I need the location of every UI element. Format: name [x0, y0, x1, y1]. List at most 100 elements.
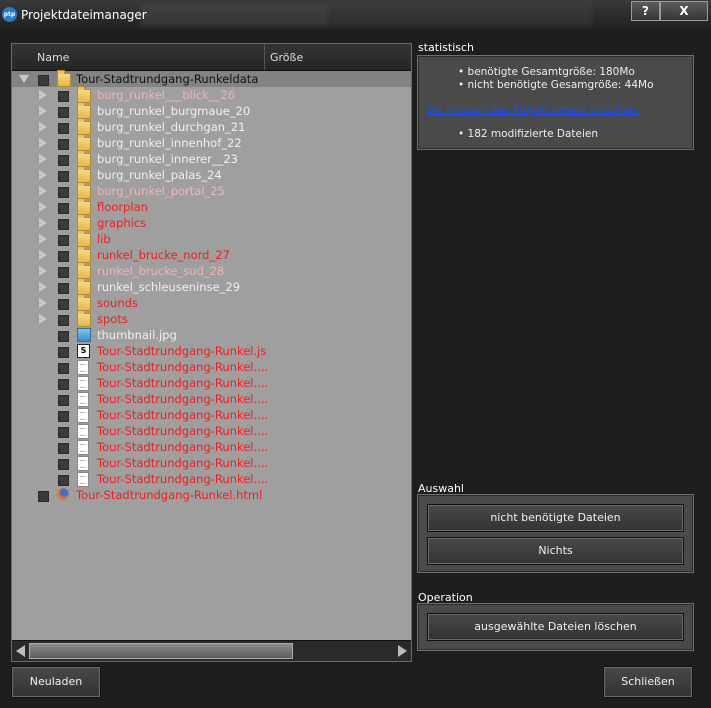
tree-row-root-file[interactable]: Tour-Stadtrundgang-Runkel.html — [12, 487, 411, 503]
tree-row[interactable]: sounds — [12, 294, 411, 311]
tree-row[interactable]: runkel_schleuseninse_29 — [12, 278, 411, 295]
folder-icon — [77, 262, 91, 279]
checkbox[interactable] — [58, 331, 69, 342]
tree-row-label: burg_runkel_palas_24 — [97, 168, 222, 182]
folder-icon — [77, 198, 91, 215]
tree-row[interactable]: burg_runkel_burgmaue_20 — [12, 102, 411, 119]
checkbox[interactable] — [58, 91, 69, 102]
checkbox[interactable] — [58, 219, 69, 230]
checkbox[interactable] — [58, 123, 69, 134]
tree-row[interactable]: burg_runkel_innenhof_22 — [12, 134, 411, 151]
checkbox[interactable] — [58, 299, 69, 310]
checkbox[interactable] — [58, 347, 69, 358]
checkbox[interactable] — [58, 171, 69, 182]
unneeded-size-text: • nicht benötigte Gesamgröße: 44Mo — [458, 79, 654, 91]
checkbox[interactable] — [58, 315, 69, 326]
tree-row[interactable]: burg_runkel_palas_24 — [12, 166, 411, 183]
checkbox[interactable] — [58, 411, 69, 422]
tree-row-label: runkel_brucke_sud_28 — [97, 264, 225, 278]
tree-row[interactable]: Tour-Stadtrundgang-Runkel.... — [12, 407, 411, 423]
select-unneeded-button[interactable]: nicht benötigte Dateien — [427, 504, 684, 532]
folder-icon — [77, 278, 91, 295]
tree-row[interactable]: graphics — [12, 214, 411, 231]
expand-arrow-icon[interactable] — [39, 106, 47, 116]
scrollbar-thumb[interactable] — [29, 643, 293, 659]
checkbox[interactable] — [58, 155, 69, 166]
checkbox[interactable] — [58, 363, 69, 374]
expand-arrow-icon[interactable] — [39, 266, 47, 276]
horizontal-scrollbar[interactable] — [12, 640, 411, 661]
checkbox[interactable] — [58, 107, 69, 118]
column-separator[interactable] — [264, 44, 265, 70]
checkbox[interactable] — [58, 443, 69, 454]
delete-selected-button[interactable]: ausgewählte Dateien löschen — [427, 613, 684, 641]
expand-arrow-icon[interactable] — [39, 282, 47, 292]
tree-row[interactable]: Tour-Stadtrundgang-Runkel.... — [12, 455, 411, 471]
tree-row[interactable]: spots — [12, 310, 411, 327]
tree-row[interactable]: Tour-Stadtrundgang-Runkel.... — [12, 359, 411, 375]
expand-arrow-icon[interactable] — [39, 122, 47, 132]
checkbox[interactable] — [58, 427, 69, 438]
expand-arrow-icon[interactable] — [39, 154, 47, 164]
checkbox[interactable] — [58, 139, 69, 150]
tree-row[interactable]: burg_runkel_innerer__23 — [12, 150, 411, 167]
tree-row-label: runkel_brucke_nord_27 — [97, 248, 230, 262]
expand-arrow-icon[interactable] — [39, 218, 47, 228]
tree-row[interactable]: runkel_brucke_sud_28 — [12, 262, 411, 279]
checkbox[interactable] — [58, 379, 69, 390]
checkbox[interactable] — [58, 235, 69, 246]
rebuild-project-link[interactable]: Sie müssen das Projekt erneut erstellen. — [427, 104, 639, 116]
checkbox[interactable] — [58, 475, 69, 486]
checkbox[interactable] — [58, 187, 69, 198]
expand-arrow-icon[interactable] — [39, 170, 47, 180]
expand-arrow-icon[interactable] — [39, 138, 47, 148]
tree-row[interactable]: burg_runkel_durchgan_21 — [12, 118, 411, 135]
checkbox[interactable] — [58, 267, 69, 278]
tree-row[interactable]: thumbnail.jpg — [12, 327, 411, 343]
checkbox[interactable] — [58, 251, 69, 262]
tree-row[interactable]: Tour-Stadtrundgang-Runkel.... — [12, 375, 411, 391]
column-header-name[interactable]: Name — [37, 51, 69, 64]
checkbox[interactable] — [38, 491, 49, 502]
select-none-button[interactable]: Nichts — [427, 537, 684, 565]
scroll-left-icon[interactable] — [16, 645, 25, 657]
tree-row[interactable]: burg_runkel___blick__26 — [12, 86, 411, 103]
close-window-button[interactable]: X — [660, 1, 708, 21]
close-button[interactable]: Schließen — [603, 666, 693, 698]
tree-row[interactable]: floorplan — [12, 198, 411, 215]
tree-row[interactable]: Tour-Stadtrundgang-Runkel.... — [12, 423, 411, 439]
expand-arrow-icon[interactable] — [39, 90, 47, 100]
column-header-size[interactable]: Größe — [270, 51, 303, 64]
document-icon — [77, 392, 89, 407]
tree-row-label: spots — [97, 312, 128, 326]
tree-row-root[interactable]: Tour-Stadtrundgang-Runkeldata — [12, 70, 411, 87]
tree-row[interactable]: runkel_brucke_nord_27 — [12, 246, 411, 263]
tree-row[interactable]: Tour-Stadtrundgang-Runkel.... — [12, 471, 411, 487]
expand-arrow-icon[interactable] — [39, 186, 47, 196]
expand-arrow-icon[interactable] — [39, 202, 47, 212]
expand-arrow-icon[interactable] — [39, 250, 47, 260]
tree-row[interactable]: lib — [12, 230, 411, 247]
checkbox[interactable] — [58, 459, 69, 470]
tree-row-label: Tour-Stadtrundgang-Runkel.... — [97, 376, 269, 390]
checkbox[interactable] — [58, 395, 69, 406]
file-tree[interactable]: Name Größe Tour-Stadtrundgang-Runkeldata… — [11, 43, 412, 662]
checkbox[interactable] — [58, 283, 69, 294]
collapse-arrow-icon[interactable] — [19, 75, 29, 83]
folder-icon — [77, 294, 91, 311]
reload-button[interactable]: Neuladen — [11, 666, 101, 698]
tree-row[interactable]: Tour-Stadtrundgang-Runkel.... — [12, 391, 411, 407]
expand-arrow-icon[interactable] — [39, 234, 47, 244]
scroll-right-icon[interactable] — [398, 645, 407, 657]
help-button[interactable]: ? — [631, 1, 660, 21]
tree-row[interactable]: S Tour-Stadtrundgang-Runkel.js — [12, 343, 411, 359]
expand-arrow-icon[interactable] — [39, 298, 47, 308]
checkbox[interactable] — [58, 203, 69, 214]
tree-row[interactable]: burg_runkel_portal_25 — [12, 182, 411, 199]
document-icon — [77, 456, 89, 471]
tree-row-label: Tour-Stadtrundgang-Runkeldata — [76, 72, 259, 86]
expand-arrow-icon[interactable] — [39, 314, 47, 324]
tree-row-label: graphics — [97, 216, 147, 230]
checkbox[interactable] — [38, 75, 49, 86]
tree-row[interactable]: Tour-Stadtrundgang-Runkel.... — [12, 439, 411, 455]
